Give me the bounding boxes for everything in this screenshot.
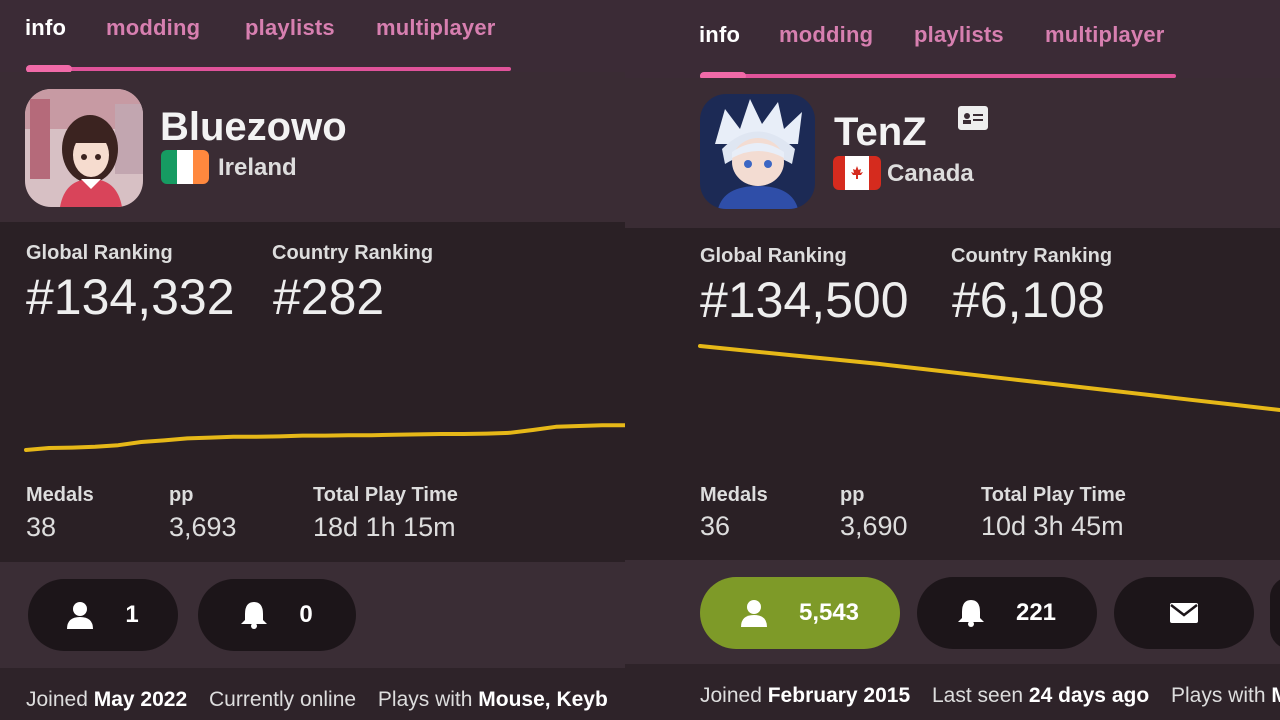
playtime-value: 10d 3h 45m: [981, 511, 1124, 541]
plays-with-info: Plays with M: [1171, 684, 1280, 707]
followers-button[interactable]: 5,543: [700, 577, 900, 649]
join-info-bar: Joined February 2015 Last seen 24 days a…: [625, 664, 1280, 720]
joined-date: May 2022: [93, 688, 188, 711]
subscriber-count: 221: [1015, 599, 1057, 626]
subscribe-button[interactable]: 0: [198, 579, 356, 651]
pp-value: 3,693: [169, 512, 237, 542]
tab-info[interactable]: info: [699, 22, 740, 48]
tab-bar: info modding playlists multiplayer: [0, 0, 625, 73]
medals-value: 36: [700, 511, 731, 541]
user-icon: [67, 602, 94, 629]
tab-playlists[interactable]: playlists: [914, 22, 1004, 48]
stats-section: Global Ranking Country Ranking #134,500 …: [625, 228, 1280, 560]
profile-header: Bluezowo Ireland: [0, 72, 625, 222]
medals-label: Medals: [700, 484, 768, 506]
rank-history-graph[interactable]: [625, 228, 1280, 488]
tab-bar: info modding playlists multiplayer: [625, 0, 1280, 80]
playtime-label: Total Play Time: [981, 484, 1126, 506]
bell-icon: [241, 602, 268, 629]
country-name[interactable]: Ireland: [218, 154, 297, 182]
pp-label: pp: [169, 484, 194, 506]
join-info-bar: Joined May 2022 Currently online Plays w…: [0, 668, 625, 720]
tab-underline: [26, 67, 511, 71]
tab-multiplayer[interactable]: multiplayer: [1045, 22, 1165, 48]
rank-history-line: [24, 423, 625, 452]
username: Bluezowo: [160, 105, 347, 149]
pp-value: 3,690: [840, 511, 908, 541]
ireland-flag-icon: [161, 150, 209, 184]
canada-flag-icon: [833, 156, 881, 190]
profile-panel-right: info modding playlists multiplayer TenZ …: [625, 0, 1280, 720]
pp-label: pp: [840, 484, 865, 506]
action-bar: 5,543 221: [625, 560, 1280, 664]
avatar[interactable]: [700, 94, 815, 209]
avatar[interactable]: [25, 89, 143, 207]
online-status: Currently online: [208, 688, 357, 711]
tab-multiplayer[interactable]: multiplayer: [376, 15, 496, 41]
playtime-label: Total Play Time: [313, 484, 458, 506]
stats-section: Global Ranking Country Ranking #134,332 …: [0, 222, 625, 562]
username: TenZ: [834, 110, 927, 154]
avatar-image: [700, 94, 815, 209]
message-button[interactable]: [1114, 577, 1254, 649]
subscriber-count: 0: [299, 601, 313, 628]
rank-history-line: [698, 344, 1280, 412]
playtime-value: 18d 1h 15m: [313, 512, 456, 542]
id-card-icon: [960, 108, 986, 128]
tab-modding[interactable]: modding: [779, 22, 873, 48]
followers-button[interactable]: 1: [28, 579, 178, 651]
medals-label: Medals: [26, 484, 94, 506]
profile-card-icon[interactable]: [958, 106, 988, 130]
maple-leaf-icon: [851, 166, 863, 179]
action-bar: 1 0: [0, 562, 625, 668]
profile-header: TenZ Canada: [625, 78, 1280, 228]
joined-date: February 2015: [767, 684, 911, 707]
country-name[interactable]: Canada: [887, 160, 974, 188]
envelope-icon: [1170, 603, 1198, 623]
plays-with-value: M: [1271, 684, 1280, 707]
subscribe-button[interactable]: 221: [917, 577, 1097, 649]
tab-info[interactable]: info: [25, 15, 66, 41]
plays-with-info: Plays with Mouse, Keyb: [377, 688, 608, 711]
last-seen-value: 24 days ago: [1028, 684, 1150, 707]
rank-history-graph[interactable]: [0, 222, 625, 482]
followers-count: 1: [125, 601, 139, 628]
bell-icon: [957, 600, 984, 627]
more-button[interactable]: [1270, 577, 1280, 649]
profile-panel-left: info modding playlists multiplayer Bluez…: [0, 0, 625, 720]
plays-with-value: Mouse, Keyb: [478, 688, 608, 711]
user-icon: [740, 600, 767, 627]
tab-modding[interactable]: modding: [106, 15, 200, 41]
followers-count: 5,543: [798, 599, 860, 626]
joined-info: Joined February 2015: [700, 684, 911, 707]
tab-playlists[interactable]: playlists: [245, 15, 335, 41]
avatar-image: [25, 89, 143, 207]
comparison-screenshot: info modding playlists multiplayer Bluez…: [0, 0, 1280, 720]
medals-value: 38: [26, 512, 57, 542]
joined-info: Joined May 2022: [26, 688, 188, 711]
last-seen-info: Last seen 24 days ago: [932, 684, 1150, 707]
